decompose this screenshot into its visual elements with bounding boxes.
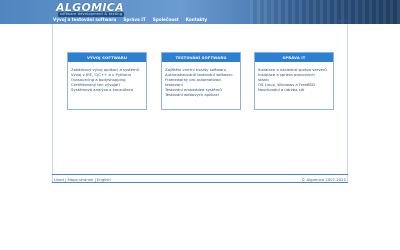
card-title[interactable]: VÝVOJ SOFTWARU bbox=[68, 53, 146, 62]
card-body: Instalace a následná správa serverů Inst… bbox=[255, 62, 333, 92]
language-switch-link[interactable]: English bbox=[334, 18, 348, 23]
content-frame-right bbox=[347, 25, 348, 182]
nav-item-contacts[interactable]: Kontakty bbox=[186, 17, 207, 22]
nav-item-company[interactable]: Společnost bbox=[153, 17, 179, 22]
card-link[interactable]: Systémová analýza a konzultace bbox=[71, 87, 143, 92]
card-software-testing: TESTOVÁNÍ SOFTWARU Zajištění vnitřní kva… bbox=[161, 52, 241, 110]
card-link[interactable]: Navrhování a údržba sítí bbox=[258, 87, 330, 92]
content-frame-left bbox=[52, 25, 53, 182]
card-it-administration: SPRÁVA IT Instalace a následná správa se… bbox=[254, 52, 334, 110]
header-decoration bbox=[250, 0, 400, 24]
nav-item-it-administration[interactable]: Správa IT bbox=[123, 17, 145, 22]
footer-bottom-line bbox=[52, 182, 348, 183]
nav-item-development-testing[interactable]: Vývoj a testování softwaru bbox=[53, 17, 116, 22]
card-software-development: VÝVOJ SOFTWARU Zakázkový vývoj aplikací … bbox=[67, 52, 147, 110]
card-body: Zakázkový vývoj aplikací a systémů Vývoj… bbox=[68, 62, 146, 92]
card-title[interactable]: TESTOVÁNÍ SOFTWARU bbox=[162, 53, 240, 62]
card-body: Zajištění vnitřní kvality softwaru Autom… bbox=[162, 62, 240, 97]
card-title[interactable]: SPRÁVA IT bbox=[255, 53, 333, 62]
card-link[interactable]: Testování webových aplikací bbox=[165, 92, 237, 97]
footer-divider bbox=[52, 174, 348, 175]
main-nav: Vývoj a testování softwaru Správa IT Spo… bbox=[53, 17, 207, 22]
